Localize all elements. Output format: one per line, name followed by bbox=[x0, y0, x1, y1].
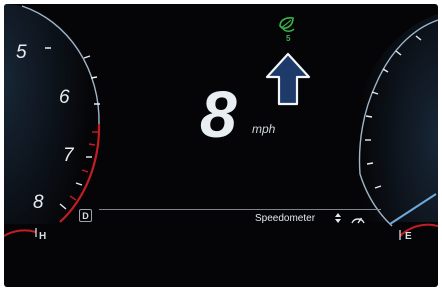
eco-level-value: 5 bbox=[286, 34, 291, 43]
display-mode-label[interactable]: Speedometer bbox=[255, 213, 315, 224]
tick-mark bbox=[366, 162, 374, 165]
tick-mark bbox=[83, 55, 91, 59]
tachometer-gauge bbox=[4, 4, 103, 237]
nav-arrow-up-icon bbox=[265, 52, 311, 106]
temperature-arc bbox=[4, 229, 37, 237]
temperature-high-label: H bbox=[39, 231, 47, 242]
speedometer-gauge bbox=[348, 14, 438, 240]
tick-mark bbox=[365, 115, 373, 118]
status-divider bbox=[99, 209, 381, 210]
instrument-cluster-screenshot: 5 6 7 8 H E 5 8 mph D Speedometer bbox=[0, 0, 442, 291]
instrument-cluster-display: 5 6 7 8 H E 5 8 mph D Speedometer bbox=[4, 4, 438, 287]
tachometer-label-5: 5 bbox=[16, 42, 27, 63]
speed-value: 8 bbox=[200, 77, 237, 151]
tick-mark bbox=[90, 76, 98, 79]
speedometer-icon[interactable] bbox=[350, 213, 366, 224]
eco-leaf-icon bbox=[279, 17, 295, 32]
fuel-empty-label: E bbox=[405, 231, 412, 242]
tachometer-label-6: 6 bbox=[59, 87, 70, 108]
tachometer-label-8: 8 bbox=[33, 192, 44, 213]
up-down-icon[interactable] bbox=[334, 212, 342, 224]
tachometer-label-7: 7 bbox=[63, 145, 74, 166]
gear-indicator: D bbox=[79, 209, 92, 222]
speed-unit: mph bbox=[252, 122, 276, 136]
